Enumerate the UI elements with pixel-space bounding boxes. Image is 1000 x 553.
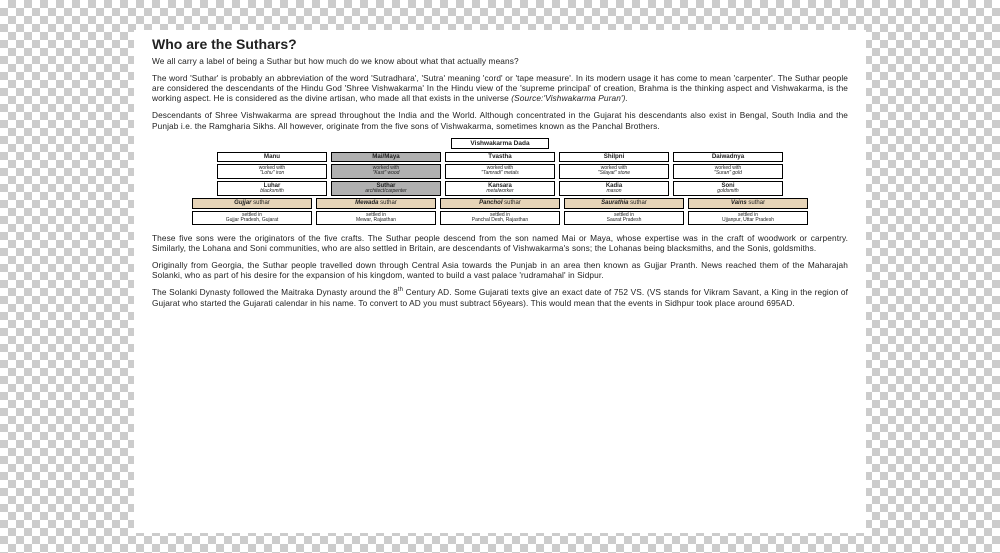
solanki-text-a: The Solanki Dynasty followed the Maitrak… bbox=[152, 287, 398, 297]
occupation-cell: Suthararchitect/carpenter bbox=[331, 181, 441, 197]
intro-para: We all carry a label of being a Suthar b… bbox=[152, 56, 848, 66]
suthar-group-cell: Vains suthar bbox=[688, 198, 808, 208]
work-cell: worked with"Lohu" iron bbox=[217, 164, 327, 179]
chart-root: Vishwakarma Dada bbox=[451, 138, 548, 149]
occupation-cell: Kansarametalworker bbox=[445, 181, 555, 197]
page-title: Who are the Suthars? bbox=[152, 36, 848, 52]
settlement-cell: settled inPanchal Desh, Rajasthan bbox=[440, 211, 560, 226]
work-cell: worked with"Tamradi" metals bbox=[445, 164, 555, 179]
solanki-para: The Solanki Dynasty followed the Maitrak… bbox=[152, 287, 848, 307]
suthar-row: Gujjar suthar Mewada suthar Panchol suthar… bbox=[152, 198, 848, 208]
son-cell: Mai/Maya bbox=[331, 152, 441, 163]
etymology-text: The word 'Suthar' is probably an abbrevi… bbox=[152, 73, 848, 103]
son-cell: Daiwadnya bbox=[673, 152, 783, 163]
settlement-cell: settled inSaurat Pradesh bbox=[564, 211, 684, 226]
son-cell: Manu bbox=[217, 152, 327, 163]
descendants-para: Descendants of Shree Vishwakarma are spr… bbox=[152, 110, 848, 130]
etymology-source: (Source:'Vishwakarma Puran'). bbox=[511, 93, 628, 103]
document-page: Who are the Suthars? We all carry a labe… bbox=[134, 30, 866, 533]
occ-row: LuharblacksmithSuthararchitect/carpenter… bbox=[152, 181, 848, 197]
settlement-cell: settled inUjjanpur, Uttar Pradesh bbox=[688, 211, 808, 226]
work-row: worked with"Lohu" iron worked with"Kast" … bbox=[152, 164, 848, 179]
suthar-group-cell: Panchol suthar bbox=[440, 198, 560, 208]
work-cell: worked with"Silayat" stone bbox=[559, 164, 669, 179]
suthar-group-cell: Mewada suthar bbox=[316, 198, 436, 208]
suthar-group-cell: Saurathia suthar bbox=[564, 198, 684, 208]
son-cell: Tvastha bbox=[445, 152, 555, 163]
five-sons-para: These five sons were the originators of … bbox=[152, 233, 848, 253]
work-cell: worked with"Suran" gold bbox=[673, 164, 783, 179]
son-cell: Shilpni bbox=[559, 152, 669, 163]
georgia-para: Originally from Georgia, the Suthar peop… bbox=[152, 260, 848, 280]
etymology-para: The word 'Suthar' is probably an abbrevi… bbox=[152, 73, 848, 103]
occupation-cell: Kadiamason bbox=[559, 181, 669, 197]
lineage-chart: Vishwakarma Dada Manu Mai/Maya Tvastha Shil… bbox=[152, 138, 848, 225]
occupation-cell: Luharblacksmith bbox=[217, 181, 327, 197]
settlement-cell: settled inMewar, Rajasthan bbox=[316, 211, 436, 226]
sons-row: Manu Mai/Maya Tvastha Shilpni Daiwadnya bbox=[152, 152, 848, 163]
settle-row: settled inGujjar Pradesh, Gujarat settled… bbox=[152, 211, 848, 226]
occupation-cell: Sonigoldsmith bbox=[673, 181, 783, 197]
settlement-cell: settled inGujjar Pradesh, Gujarat bbox=[192, 211, 312, 226]
work-cell: worked with"Kast" wood bbox=[331, 164, 441, 179]
suthar-group-cell: Gujjar suthar bbox=[192, 198, 312, 208]
